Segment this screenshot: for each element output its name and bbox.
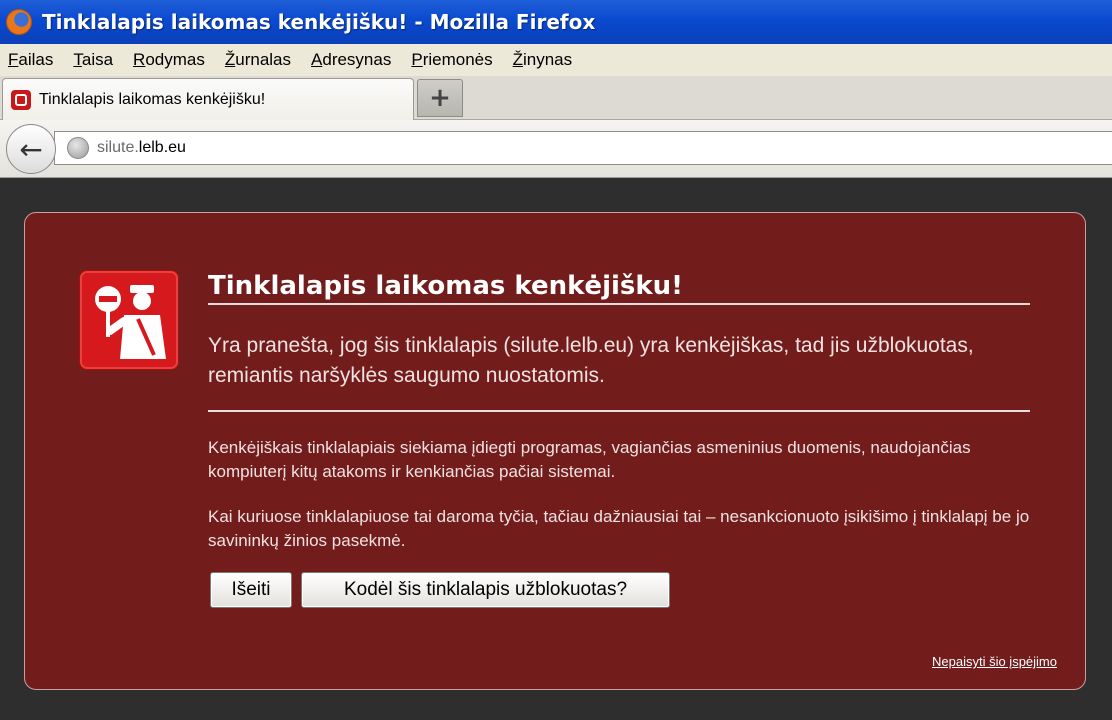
tab-bar: Tinklalapis laikomas kenkėjišku! + <box>0 76 1112 120</box>
tab-active[interactable]: Tinklalapis laikomas kenkėjišku! <box>2 78 414 120</box>
navigation-bar: silute. lelb.eu ← <box>0 120 1112 178</box>
exit-button[interactable]: Išeiti <box>210 572 292 608</box>
url-bar[interactable]: silute. lelb.eu <box>54 131 1112 165</box>
window-title: Tinklalapis laikomas kenkėjišku! - Mozil… <box>42 10 596 34</box>
page-content: Tinklalapis laikomas kenkėjišku! Yra pra… <box>0 178 1112 720</box>
url-subdomain: silute. <box>97 139 139 156</box>
menu-tools[interactable]: Priemonės <box>411 50 492 70</box>
menu-edit[interactable]: Taisa <box>73 50 113 70</box>
menu-file[interactable]: Failas <box>8 50 53 70</box>
why-blocked-button[interactable]: Kodėl šis tinklalapis užblokuotas? <box>301 572 670 608</box>
stop-police-icon <box>79 270 179 370</box>
menu-bar: Failas Taisa Rodymas Žurnalas Adresynas … <box>0 44 1112 76</box>
warning-paragraph-2: Kai kuriuose tinklalapiuose tai daroma t… <box>208 507 1030 550</box>
window-titlebar: Tinklalapis laikomas kenkėjišku! - Mozil… <box>0 0 1112 44</box>
divider <box>208 410 1030 412</box>
warning-headline: Tinklalapis laikomas kenkėjišku! <box>208 271 1030 305</box>
warning-lead-text: Yra pranešta, jog šis tinklalapis (silut… <box>208 334 974 387</box>
menu-history[interactable]: Žurnalas <box>225 50 291 70</box>
menu-bookmarks[interactable]: Adresynas <box>311 50 391 70</box>
warning-paragraph-1: Kenkėjiškais tinklalapiais siekiama įdie… <box>208 438 971 481</box>
globe-icon <box>67 137 89 159</box>
back-button[interactable]: ← <box>6 124 56 174</box>
ignore-warning-link[interactable]: Nepaisyti šio įspėjimo <box>932 654 1057 669</box>
back-arrow-icon: ← <box>19 132 43 166</box>
new-tab-button[interactable]: + <box>417 79 463 117</box>
firefox-icon <box>6 9 32 35</box>
url-domain: lelb.eu <box>138 139 186 156</box>
menu-help[interactable]: Žinynas <box>513 50 573 70</box>
tab-label: Tinklalapis laikomas kenkėjišku! <box>39 90 266 108</box>
menu-view[interactable]: Rodymas <box>133 50 205 70</box>
blocked-site-icon <box>11 89 31 110</box>
malware-warning-panel: Tinklalapis laikomas kenkėjišku! Yra pra… <box>24 212 1086 690</box>
